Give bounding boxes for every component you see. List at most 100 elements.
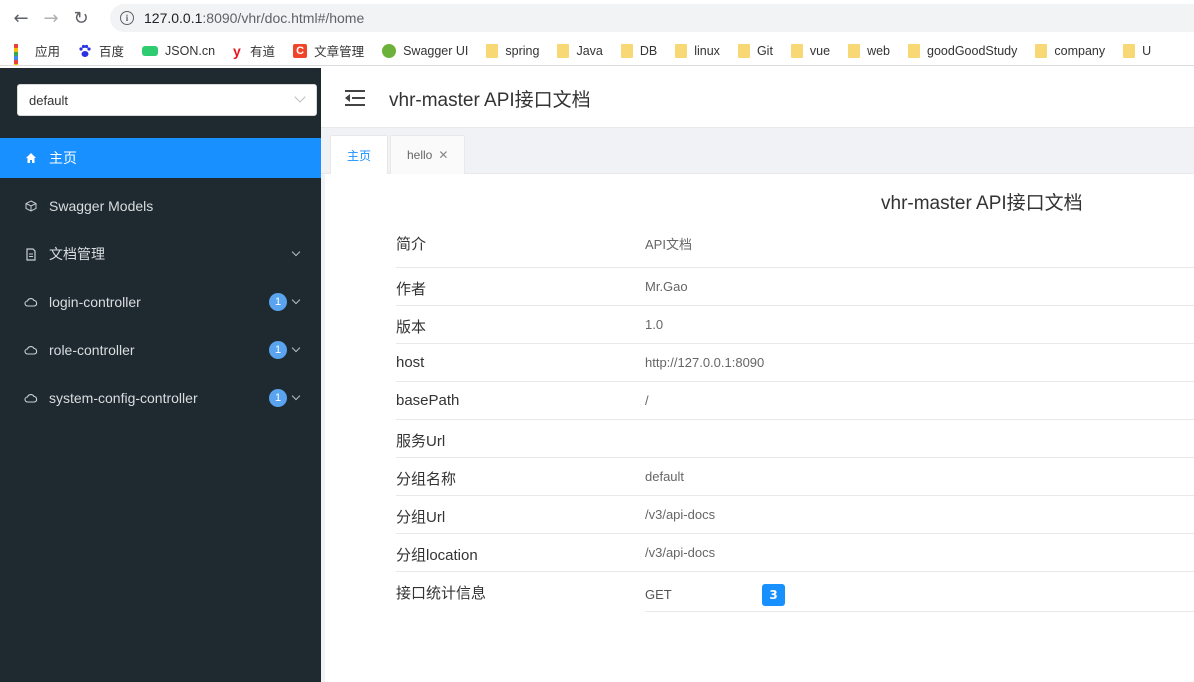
http-method: GET bbox=[645, 587, 672, 602]
bookmark-folder-vue[interactable]: vue bbox=[790, 43, 830, 58]
browser-toolbar: ← → ↻ i 127.0.0.1:8090/vhr/doc.html#/hom… bbox=[0, 0, 1194, 36]
row-label: 作者 bbox=[396, 281, 427, 298]
folder-icon bbox=[486, 43, 499, 58]
folder-icon bbox=[675, 43, 688, 58]
page-title: vhr-master API接口文档 bbox=[389, 90, 591, 111]
table-row-stats: 接口统计信息 GET 3 bbox=[396, 572, 1194, 622]
table-row: 作者 Mr.Gao bbox=[396, 268, 1194, 306]
sidebar-item-label: role-controller bbox=[49, 342, 135, 358]
row-label: host bbox=[396, 354, 425, 371]
folder-icon bbox=[848, 43, 861, 58]
apps-grid-icon bbox=[14, 43, 28, 65]
csdn-icon: C bbox=[293, 43, 308, 58]
bookmark-youdao[interactable]: y 有道 bbox=[233, 41, 275, 60]
row-value: /v3/api-docs bbox=[645, 507, 716, 522]
folder-icon bbox=[908, 43, 921, 58]
bookmark-folder-git[interactable]: Git bbox=[737, 43, 773, 58]
row-label: 分组Url bbox=[396, 509, 446, 526]
home-icon bbox=[24, 151, 38, 165]
reload-icon[interactable]: ↻ bbox=[66, 3, 96, 33]
sidebar-item-doc-manage[interactable]: 文档管理 bbox=[0, 234, 321, 274]
tab-bar: 主页 hello ✕ bbox=[321, 128, 1194, 175]
tab-home[interactable]: 主页 bbox=[330, 135, 389, 175]
main-content: vhr-master API接口文档 简介 API文档 作者 Mr.Gao 版本… bbox=[321, 174, 1194, 682]
tab-hello[interactable]: hello ✕ bbox=[390, 135, 466, 174]
folder-icon bbox=[737, 43, 750, 58]
bookmark-folder-web[interactable]: web bbox=[848, 43, 890, 58]
row-label: 版本 bbox=[396, 319, 427, 336]
sidebar-item-label: 文档管理 bbox=[49, 246, 105, 262]
info-icon[interactable]: i bbox=[120, 11, 134, 25]
table-row: host http://127.0.0.1:8090 bbox=[396, 344, 1194, 382]
row-value: /v3/api-docs bbox=[645, 545, 716, 560]
sidebar-item-home[interactable]: 主页 bbox=[0, 138, 321, 178]
row-label: 简介 bbox=[396, 236, 427, 253]
bookmark-baidu[interactable]: 百度 bbox=[78, 41, 124, 60]
folder-icon bbox=[620, 43, 633, 58]
group-select-value: default bbox=[29, 92, 69, 108]
bookmark-folder-spring[interactable]: spring bbox=[486, 43, 539, 58]
bookmark-folder-goodgoodstudy[interactable]: goodGoodStudy bbox=[908, 43, 1017, 58]
sidebar-menu: 主页 Swagger Models 文档管理 login-controller … bbox=[0, 138, 321, 426]
row-label: 分组location bbox=[396, 547, 478, 564]
app-header: vhr-master API接口文档 bbox=[321, 68, 1194, 128]
folder-icon bbox=[557, 43, 570, 58]
chevron-down-icon bbox=[291, 391, 301, 401]
bookmark-apps[interactable]: 应用 bbox=[14, 41, 60, 65]
doc-icon bbox=[24, 247, 38, 261]
doc-title: vhr-master API接口文档 bbox=[881, 193, 1083, 214]
row-label: 分组名称 bbox=[396, 471, 457, 488]
bookmark-folder-linux[interactable]: linux bbox=[675, 43, 720, 58]
sidebar-item-login-controller[interactable]: login-controller 1 bbox=[0, 282, 321, 322]
sidebar-item-label: Swagger Models bbox=[49, 198, 154, 214]
bookmark-swagger[interactable]: Swagger UI bbox=[382, 43, 468, 58]
url-text: 127.0.0.1:8090/vhr/doc.html#/home bbox=[144, 10, 365, 26]
count-badge: 3 bbox=[762, 584, 785, 606]
row-label: basePath bbox=[396, 392, 460, 409]
address-bar[interactable]: i 127.0.0.1:8090/vhr/doc.html#/home bbox=[110, 4, 1194, 32]
row-value: Mr.Gao bbox=[645, 279, 688, 294]
bookmark-folder-db[interactable]: DB bbox=[620, 43, 657, 58]
bookmark-json[interactable]: JSON.cn bbox=[142, 44, 215, 58]
folder-icon bbox=[1035, 43, 1048, 58]
sidebar-item-role-controller[interactable]: role-controller 1 bbox=[0, 330, 321, 370]
group-select[interactable]: default bbox=[17, 84, 317, 116]
cloud-icon bbox=[24, 343, 38, 357]
bookmark-csdn[interactable]: C 文章管理 bbox=[293, 41, 364, 60]
sidebar-item-label: system-config-controller bbox=[49, 390, 198, 406]
row-label: 接口统计信息 bbox=[396, 585, 487, 602]
sidebar-item-label: 主页 bbox=[49, 150, 77, 166]
sidebar-item-swagger-models[interactable]: Swagger Models bbox=[0, 186, 321, 226]
baidu-paw-icon bbox=[78, 44, 92, 58]
menu-fold-icon[interactable] bbox=[345, 90, 365, 106]
bookmark-folder-u[interactable]: U bbox=[1123, 43, 1151, 58]
bookmark-folder-java[interactable]: Java bbox=[557, 43, 603, 58]
folder-icon bbox=[1123, 43, 1136, 58]
sidebar-item-system-config-controller[interactable]: system-config-controller 1 bbox=[0, 378, 321, 418]
row-value: default bbox=[645, 469, 685, 484]
doc-info-table: 简介 API文档 作者 Mr.Gao 版本 1.0 host http://12… bbox=[396, 222, 1194, 622]
count-badge: 1 bbox=[269, 293, 287, 311]
row-value: API文档 bbox=[645, 237, 692, 252]
back-arrow-icon[interactable]: ← bbox=[6, 3, 36, 33]
count-badge: 1 bbox=[269, 341, 287, 359]
cube-icon bbox=[24, 199, 38, 213]
sidebar: default 主页 Swagger Models 文档管理 login-con… bbox=[0, 68, 321, 682]
bookmarks-bar: 应用 百度 JSON.cn y 有道 C 文章管理 Swagger UI spr… bbox=[0, 36, 1194, 66]
chevron-down-icon bbox=[294, 91, 306, 103]
folder-icon bbox=[790, 43, 803, 58]
table-row: basePath / bbox=[396, 382, 1194, 420]
close-icon[interactable]: ✕ bbox=[438, 148, 448, 162]
bookmark-folder-company[interactable]: company bbox=[1035, 43, 1105, 58]
table-row: 简介 API文档 bbox=[396, 222, 1194, 268]
json-icon bbox=[142, 45, 159, 56]
count-badge: 1 bbox=[269, 389, 287, 407]
chevron-down-icon bbox=[291, 295, 301, 305]
forward-arrow-icon[interactable]: → bbox=[36, 3, 66, 33]
stats-line: GET 3 bbox=[645, 572, 1194, 612]
row-label: 服务Url bbox=[396, 433, 446, 450]
table-row: 分组Url /v3/api-docs bbox=[396, 496, 1194, 534]
table-row: 分组名称 default bbox=[396, 458, 1194, 496]
row-value: http://127.0.0.1:8090 bbox=[645, 355, 765, 370]
table-row: 分组location /v3/api-docs bbox=[396, 534, 1194, 572]
